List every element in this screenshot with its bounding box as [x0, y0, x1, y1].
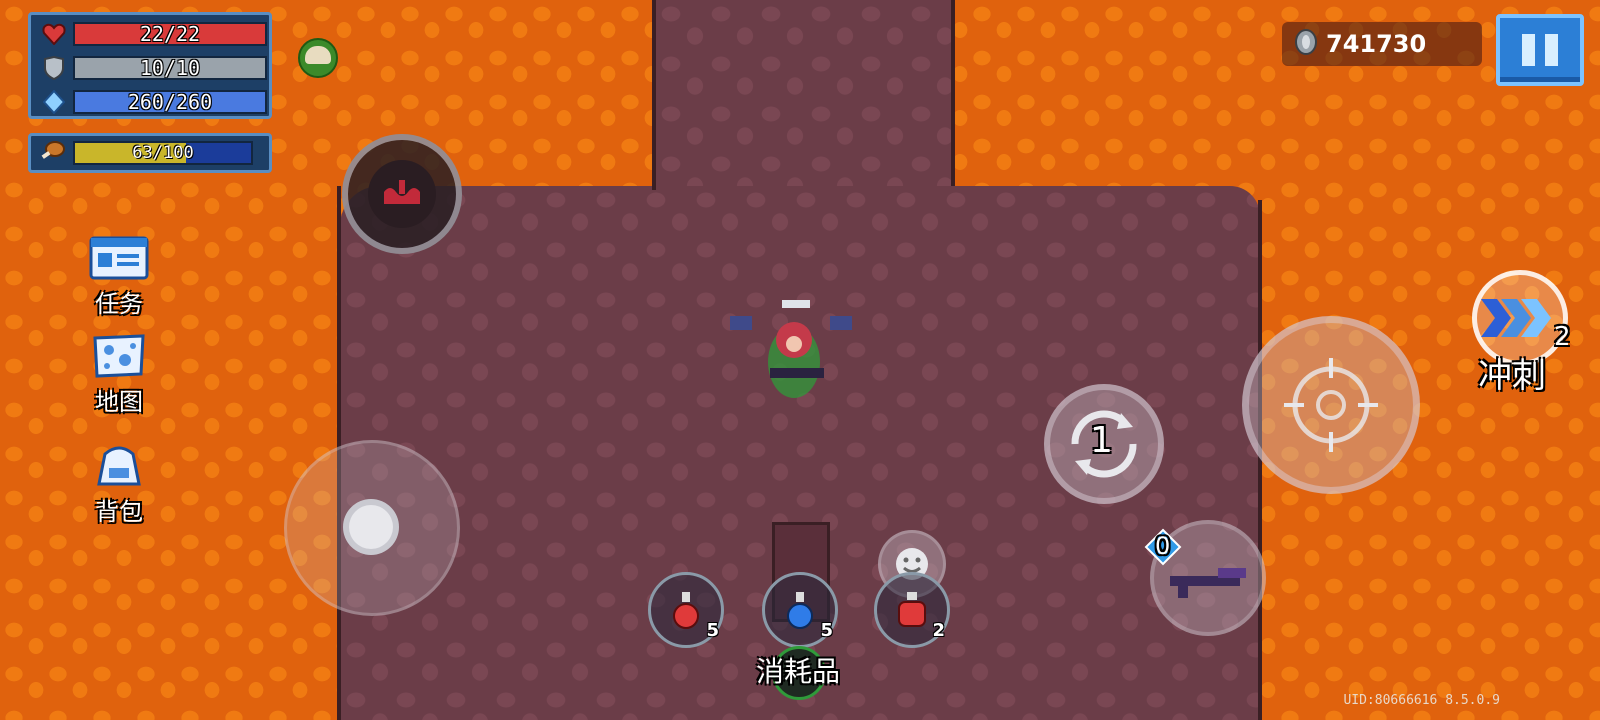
backpack-icon: [89, 444, 149, 490]
attack-button[interactable]: [1242, 316, 1420, 494]
pause-icon-right: [1545, 34, 1558, 66]
task-board-icon: [89, 236, 149, 282]
health-bar: 22/22: [73, 22, 267, 46]
currency-display: 741730: [1282, 22, 1482, 66]
corridor-edge-right: [951, 0, 955, 186]
consumables-label[interactable]: 消耗品: [756, 650, 840, 690]
energy-crystal-icon: [41, 90, 67, 114]
potion-slot-2[interactable]: 5: [762, 572, 838, 648]
potion-count-1: 5: [706, 620, 719, 641]
pause-icon-left: [1522, 34, 1535, 66]
dash-label: 冲刺: [1478, 356, 1546, 396]
gem-coin-icon: [1294, 29, 1318, 59]
energy-bar: 260/260: [73, 90, 267, 114]
hunger-value: 63/100: [132, 143, 194, 163]
health-row: 22/22: [41, 21, 267, 47]
potion-slot-1[interactable]: 5: [648, 572, 724, 648]
map-label: 地图: [95, 388, 143, 416]
map-icon: [89, 334, 149, 380]
bag-menu-button[interactable]: 背包: [84, 444, 154, 527]
boss-skill-button[interactable]: [342, 134, 462, 254]
potion-count-2: 5: [820, 620, 833, 641]
small-red-potion-icon: [673, 592, 699, 629]
joystick-knob[interactable]: [343, 499, 399, 555]
hunger-panel: 63/100: [28, 133, 272, 173]
heart-icon: [41, 22, 67, 46]
bag-label: 背包: [95, 498, 143, 526]
map-menu-button[interactable]: 地图: [84, 334, 154, 417]
player-stats-panel: 22/22 10/10 260/260: [28, 12, 272, 119]
tasks-menu-button[interactable]: 任务: [84, 236, 154, 319]
large-red-potion-icon: [898, 592, 926, 627]
skill-charges: 1: [1090, 420, 1113, 461]
dash-chevrons-icon: [1481, 299, 1551, 337]
potion-slot-3[interactable]: 2: [874, 572, 950, 648]
stone-corridor-top: [655, 0, 953, 190]
uid-version: UID:80666616 8.5.0.9: [1343, 693, 1500, 708]
hunger-bar: 63/100: [73, 141, 253, 165]
energy-value: 260/260: [127, 90, 213, 114]
shield-icon: [41, 56, 67, 80]
currency-value: 741730: [1326, 30, 1427, 58]
blue-potion-icon: [787, 592, 813, 629]
weapon-energy-badge: 0: [1144, 528, 1182, 566]
armor-row: 10/10: [41, 55, 267, 81]
weapon-energy-cost: 0: [1155, 532, 1171, 560]
health-value: 22/22: [139, 22, 201, 46]
corridor-edge-left: [652, 0, 656, 190]
armor-bar: 10/10: [73, 56, 267, 80]
drumstick-icon: [39, 140, 65, 166]
character-skill-button[interactable]: 1: [1044, 384, 1164, 504]
mushroom-buff-icon: [298, 38, 338, 78]
armor-value: 10/10: [139, 56, 201, 80]
player-character: [730, 300, 860, 405]
tasks-label: 任务: [95, 290, 143, 318]
pause-button[interactable]: [1496, 14, 1584, 86]
crosshair-icon: [1284, 358, 1378, 452]
potion-count-3: 2: [932, 620, 945, 641]
movement-joystick[interactable]: [284, 440, 460, 616]
demon-skill-icon: [368, 160, 436, 228]
dash-count: 2: [1554, 322, 1571, 352]
energy-row: 260/260: [41, 89, 267, 115]
